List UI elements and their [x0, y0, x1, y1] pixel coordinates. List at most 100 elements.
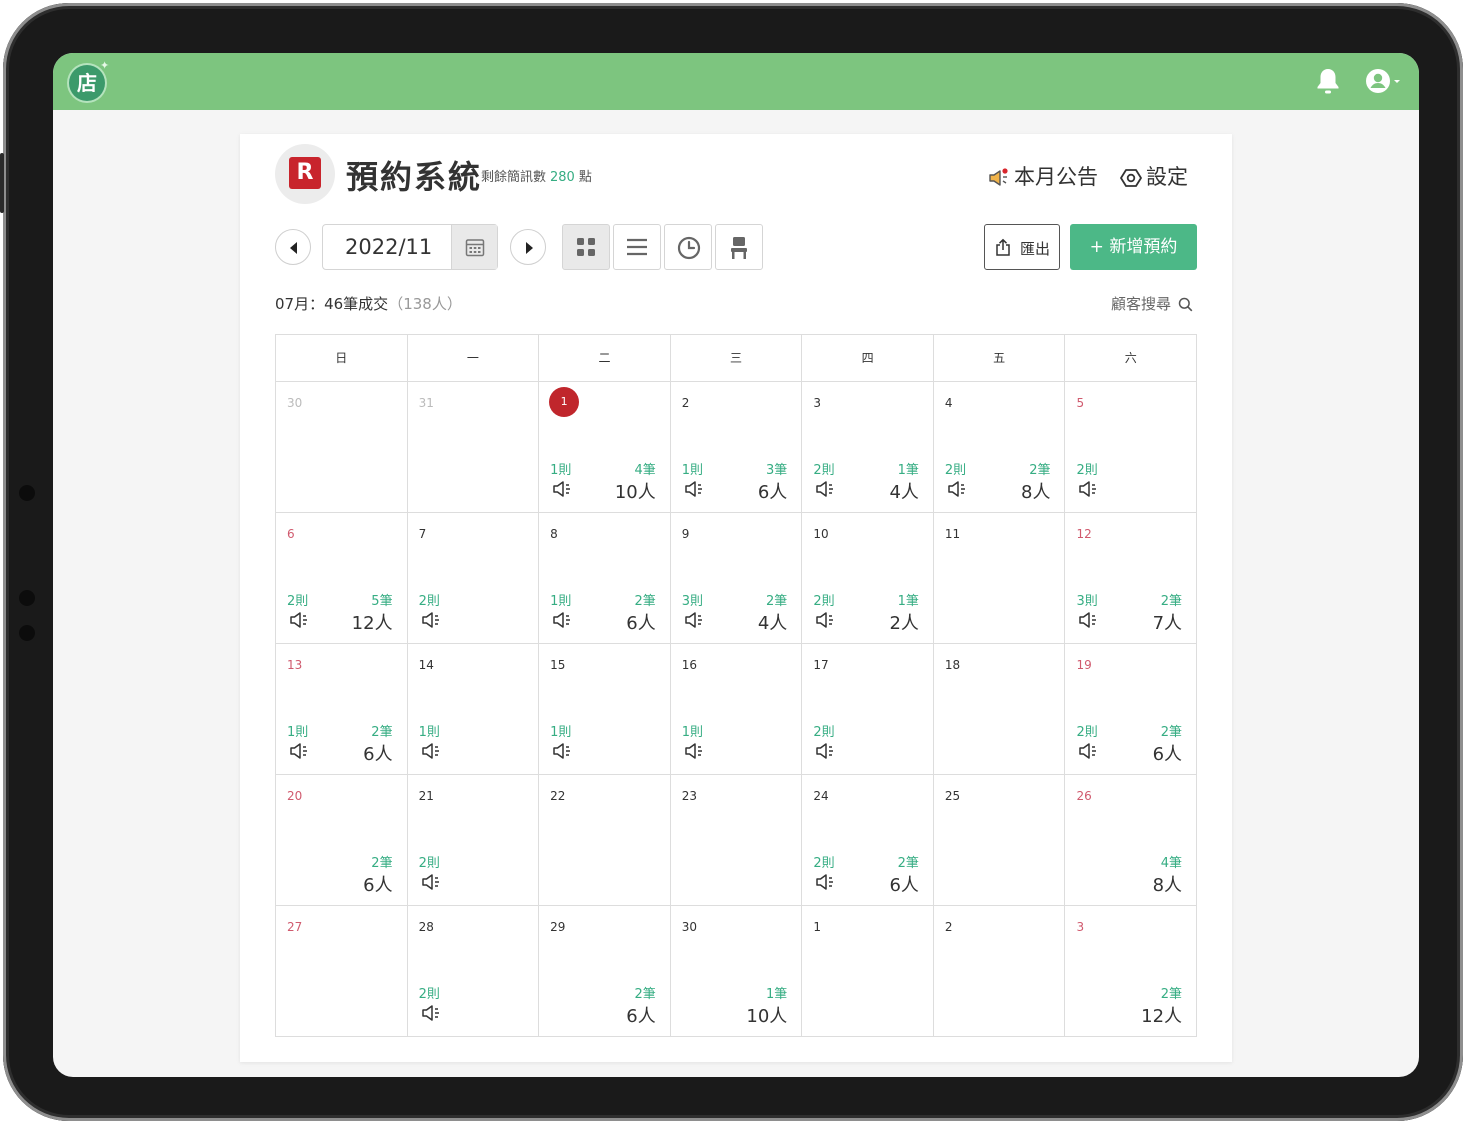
speaker-icon[interactable]	[815, 742, 837, 764]
calendar-picker-button[interactable]	[451, 225, 497, 269]
speaker-icon[interactable]	[1078, 742, 1100, 764]
calendar-day-cell[interactable]: 28 2則	[407, 906, 540, 1037]
speaker-icon[interactable]	[289, 611, 311, 633]
calendar-day-cell[interactable]: 21 2則	[407, 775, 540, 906]
day-number: 4	[944, 396, 953, 410]
weekday-label: 六	[1065, 335, 1198, 382]
calendar-day-cell[interactable]: 10 2則 1筆 2人	[802, 513, 934, 644]
people-count: 6人	[363, 875, 393, 896]
speaker-icon[interactable]	[947, 480, 969, 502]
calendar-day-cell[interactable]: 20 2筆 6人	[276, 775, 408, 906]
list-view-button[interactable]	[613, 224, 661, 270]
booking-count: 2筆	[1160, 725, 1183, 740]
calendar-day-cell[interactable]: 25	[933, 775, 1066, 906]
sms-points: 280	[550, 170, 575, 185]
sms-balance: 剩餘簡訊數 280 點	[481, 166, 592, 185]
calendar-day-cell[interactable]: 13 1則 2筆 6人	[276, 644, 408, 775]
speaker-icon[interactable]	[552, 742, 574, 764]
calendar-day-cell[interactable]: 2	[933, 906, 1066, 1037]
speaker-icon[interactable]	[421, 873, 443, 895]
day-number: 1	[813, 920, 821, 934]
calendar-day-cell[interactable]: 17 2則	[802, 644, 934, 775]
prev-month-button[interactable]	[275, 229, 311, 265]
people-count: 6人	[626, 1006, 656, 1027]
month-picker[interactable]: 2022/11	[322, 224, 498, 270]
weekday-label: 二	[539, 335, 671, 382]
speaker-icon[interactable]	[684, 480, 706, 502]
speaker-icon[interactable]	[289, 742, 311, 764]
speaker-icon[interactable]	[421, 1004, 443, 1026]
day-number: 24	[813, 789, 829, 803]
speaker-icon[interactable]	[1078, 611, 1100, 633]
day-number: 15	[550, 658, 566, 672]
seat-view-button[interactable]	[715, 224, 763, 270]
booking-count: 2筆	[634, 594, 656, 609]
calendar-day-cell[interactable]: 4 2則 2筆 8人	[933, 382, 1066, 513]
calendar-week: 30 31 1 1則 4筆 10人 2 1則 3筆 6人 3 2則 1筆 4人 4 2則 2筆 8人 5 2則	[276, 382, 1198, 513]
announcement-count: 2則	[418, 987, 440, 1002]
calendar-day-cell[interactable]: 8 1則 2筆 6人	[539, 513, 671, 644]
announcement-count: 2則	[944, 463, 967, 478]
user-avatar-icon[interactable]	[1365, 67, 1405, 95]
calendar-day-cell[interactable]: 6 2則 5筆 12人	[276, 513, 408, 644]
current-month: 2022/11	[345, 235, 433, 259]
speaker-icon[interactable]	[684, 611, 706, 633]
speaker-icon[interactable]	[815, 873, 837, 895]
calendar-day-cell[interactable]: 26 4筆 8人	[1065, 775, 1198, 906]
time-view-button[interactable]	[664, 224, 712, 270]
calendar-day-cell[interactable]: 19 2則 2筆 6人	[1065, 644, 1198, 775]
calendar-day-cell[interactable]: 22	[539, 775, 671, 906]
calendar-day-cell[interactable]: 29 2筆 6人	[539, 906, 671, 1037]
customer-search-link[interactable]: 顧客搜尋	[1111, 293, 1193, 314]
next-month-button[interactable]	[510, 229, 546, 265]
calendar-day-cell[interactable]: 12 3則 2筆 7人	[1065, 513, 1198, 644]
day-number: 29	[550, 920, 566, 934]
export-button[interactable]: 匯出	[984, 224, 1060, 270]
settings-link[interactable]: 設定	[1120, 161, 1188, 191]
calendar-day-cell[interactable]: 18	[933, 644, 1066, 775]
add-booking-button[interactable]: + 新增預約	[1070, 224, 1197, 270]
bell-icon[interactable]	[1315, 67, 1341, 95]
speaker-icon[interactable]	[815, 611, 837, 633]
calendar-day-cell[interactable]: 1	[802, 906, 934, 1037]
calendar-day-cell[interactable]: 9 3則 2筆 4人	[670, 513, 803, 644]
calendar-day-cell[interactable]: 3 2則 1筆 4人	[802, 382, 934, 513]
calendar-day-cell[interactable]: 7 2則	[407, 513, 540, 644]
speaker-icon[interactable]	[552, 480, 574, 502]
calendar-day-cell[interactable]: 11	[933, 513, 1066, 644]
speaker-icon[interactable]	[684, 742, 706, 764]
speaker-icon[interactable]	[1078, 480, 1100, 502]
calendar-day-cell[interactable]: 31	[407, 382, 540, 513]
monthly-notice-link[interactable]: 本月公告	[988, 161, 1098, 191]
calendar-day-cell[interactable]: 3 2筆 12人	[1065, 906, 1198, 1037]
calendar-day-cell[interactable]: 30 1筆 10人	[670, 906, 803, 1037]
booking-count: 4筆	[634, 463, 656, 478]
calendar-day-cell[interactable]: 24 2則 2筆 6人	[802, 775, 934, 906]
calendar-day-cell[interactable]: 23	[670, 775, 803, 906]
top-bar: 店 ✦	[53, 53, 1419, 110]
day-number: 3	[813, 396, 821, 410]
speaker-icon[interactable]	[552, 611, 574, 633]
calendar-day-cell[interactable]: 14 1則	[407, 644, 540, 775]
calendar-day-cell[interactable]: 16 1則	[670, 644, 803, 775]
page-title: 預約系統	[346, 158, 483, 196]
people-count: 8人	[1021, 482, 1051, 503]
day-number: 22	[550, 789, 566, 803]
speaker-icon[interactable]	[815, 480, 837, 502]
calendar-day-cell[interactable]: 1 1則 4筆 10人	[539, 382, 671, 513]
people-count: 10人	[614, 482, 656, 503]
weekday-header: 日一二三四五六	[276, 335, 1198, 382]
calendar-day-cell[interactable]: 2 1則 3筆 6人	[670, 382, 803, 513]
day-number: 8	[550, 527, 558, 541]
calendar-day-cell[interactable]: 30	[276, 382, 408, 513]
day-number: 30	[287, 396, 303, 410]
speaker-icon[interactable]	[421, 611, 443, 633]
speaker-icon[interactable]	[421, 742, 443, 764]
booking-count: 1筆	[897, 463, 919, 478]
calendar-day-cell[interactable]: 5 2則	[1065, 382, 1198, 513]
announcement-count: 2則	[1076, 725, 1098, 740]
grid-view-button[interactable]	[562, 224, 610, 270]
calendar-day-cell[interactable]: 15 1則	[539, 644, 671, 775]
calendar-day-cell[interactable]: 27	[276, 906, 408, 1037]
day-number: 21	[418, 789, 434, 803]
